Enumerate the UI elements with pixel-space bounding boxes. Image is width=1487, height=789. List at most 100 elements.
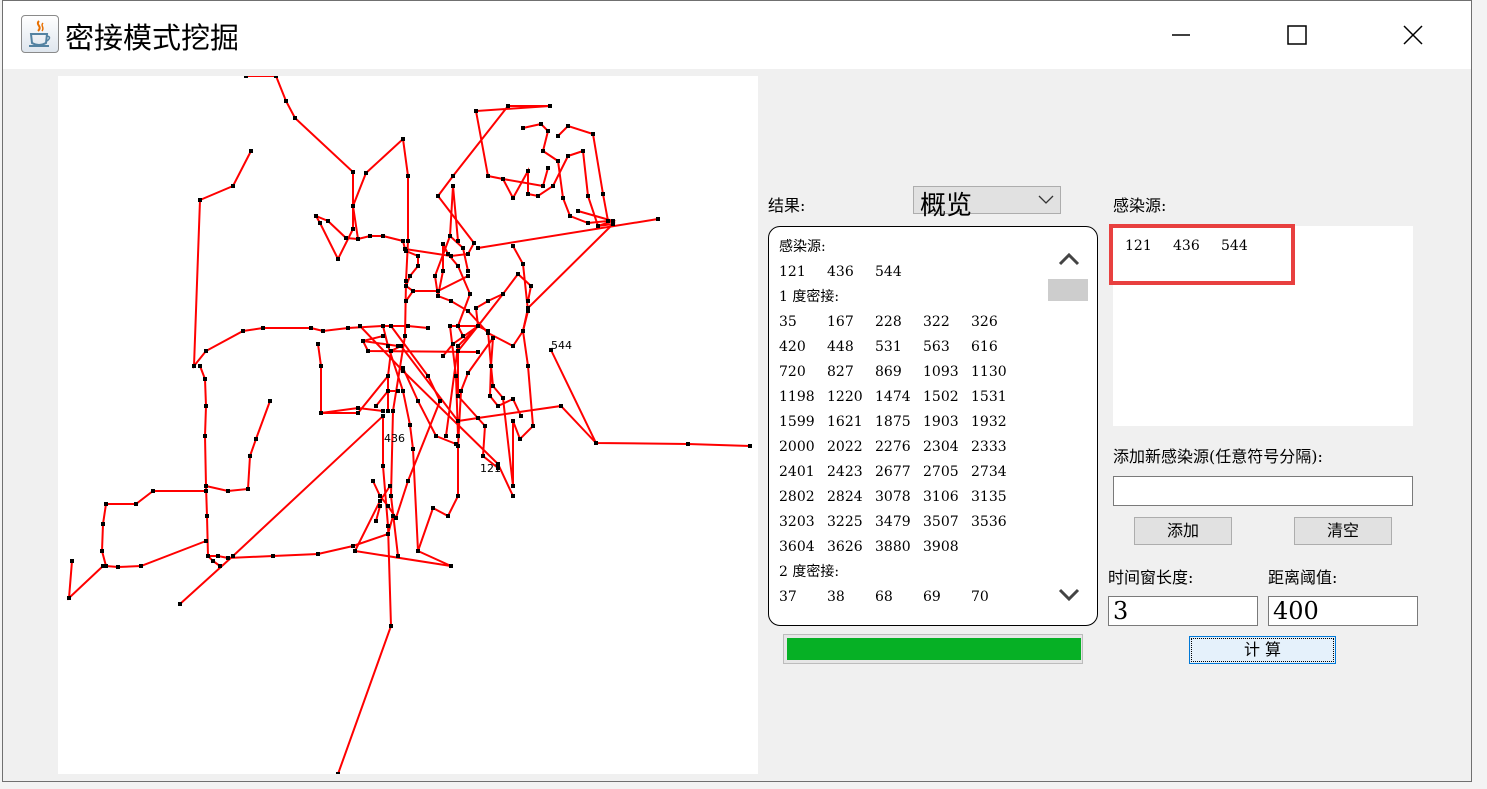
trajectory-node bbox=[218, 564, 222, 568]
trajectory-canvas[interactable]: 544 436 121 bbox=[58, 76, 758, 774]
trajectory-node bbox=[374, 404, 378, 408]
trajectory-node bbox=[231, 184, 235, 188]
clear-button[interactable]: 清空 bbox=[1294, 517, 1392, 545]
trajectory-node bbox=[426, 374, 430, 378]
trajectory-node bbox=[466, 309, 470, 313]
trajectory-node bbox=[351, 227, 355, 231]
trajectory-node bbox=[389, 494, 393, 498]
trajectory-node bbox=[511, 397, 515, 401]
trajectory-node bbox=[134, 502, 138, 506]
result-cell: 1903 bbox=[923, 414, 959, 430]
result-cell: 70 bbox=[971, 589, 989, 605]
result-row: 2401 2423 2677 2705 2734 bbox=[779, 460, 1045, 485]
trajectory-node bbox=[353, 549, 357, 553]
trajectory-node bbox=[386, 389, 390, 393]
add-source-input[interactable] bbox=[1113, 476, 1413, 506]
result-scrollbar[interactable] bbox=[1046, 227, 1091, 625]
node-label-436: 436 bbox=[384, 432, 405, 445]
trajectory-node bbox=[436, 294, 440, 298]
highlight-box bbox=[1109, 224, 1295, 285]
view-select[interactable]: 概览 bbox=[913, 186, 1061, 221]
result-row: 1599 1621 1875 1903 1932 bbox=[779, 410, 1045, 435]
trajectory-node bbox=[381, 409, 385, 413]
trajectory-node bbox=[271, 554, 275, 558]
trajectory-node bbox=[396, 344, 400, 348]
result-cell: 720 bbox=[779, 364, 806, 380]
calculate-button-label: 计 算 bbox=[1191, 638, 1334, 662]
trajectory-node bbox=[204, 489, 208, 493]
trajectory-node bbox=[561, 196, 565, 200]
minimize-button[interactable] bbox=[1123, 1, 1239, 69]
result-cell: 2022 bbox=[827, 439, 863, 455]
trajectory-node bbox=[361, 339, 365, 343]
trajectory-node bbox=[511, 494, 515, 498]
time-window-input[interactable] bbox=[1108, 596, 1258, 626]
trajectory-node bbox=[491, 336, 495, 340]
trajectory-node bbox=[511, 419, 515, 423]
trajectory-node bbox=[566, 154, 570, 158]
trajectory-node bbox=[394, 516, 398, 520]
result-cell: 3078 bbox=[875, 489, 911, 505]
scroll-down-button[interactable] bbox=[1046, 575, 1091, 615]
trajectory-node bbox=[531, 424, 535, 428]
result-cell: 2802 bbox=[779, 489, 815, 505]
distance-input[interactable] bbox=[1268, 596, 1418, 626]
result-row: 37 38 68 69 70 bbox=[779, 585, 1045, 610]
trajectory-node bbox=[404, 279, 408, 283]
result-row: 3203 3225 3479 3507 3536 bbox=[779, 510, 1045, 535]
trajectory-node bbox=[519, 414, 523, 418]
trajectory-node bbox=[481, 454, 485, 458]
trajectory-node bbox=[139, 564, 143, 568]
node-label-121: 121 bbox=[480, 462, 501, 475]
trajectory-node bbox=[381, 234, 385, 238]
trajectory-node bbox=[401, 389, 405, 393]
result-section-title: 感染源: bbox=[779, 239, 826, 255]
trajectory-node bbox=[586, 221, 590, 225]
add-button[interactable]: 添加 bbox=[1134, 517, 1232, 545]
trajectory-node bbox=[518, 437, 522, 441]
trajectory-node bbox=[344, 236, 348, 240]
trajectory-node bbox=[451, 342, 455, 346]
trajectory-node bbox=[406, 324, 410, 328]
trajectory-node bbox=[556, 134, 560, 138]
scroll-up-button[interactable] bbox=[1046, 239, 1091, 279]
calculate-button[interactable]: 计 算 bbox=[1189, 636, 1336, 664]
trajectory-node bbox=[456, 264, 460, 268]
result-cell: 1932 bbox=[971, 414, 1007, 430]
trajectory-node bbox=[203, 434, 207, 438]
trajectory-node bbox=[378, 504, 382, 508]
trajectory-node bbox=[396, 389, 400, 393]
trajectory-node bbox=[526, 364, 530, 368]
result-row: 35 167 228 322 326 bbox=[779, 310, 1045, 335]
trajectory-node bbox=[491, 384, 495, 388]
trajectory-node bbox=[416, 549, 420, 553]
sources-label: 感染源: bbox=[1113, 196, 1167, 215]
result-panel[interactable]: 感染源: 121 436 544 1 度密接: 35 167 228 322 326 420 448 5… bbox=[768, 226, 1098, 626]
trajectory-node bbox=[444, 434, 448, 438]
trajectory-node bbox=[216, 554, 220, 558]
trajectory-node bbox=[389, 349, 393, 353]
trajectory-node bbox=[100, 549, 104, 553]
trajectory-node bbox=[548, 104, 552, 108]
trajectory-node bbox=[268, 399, 272, 403]
result-cell: 1220 bbox=[827, 389, 863, 405]
trajectory-node bbox=[449, 564, 453, 568]
trajectory-node bbox=[261, 326, 265, 330]
maximize-button[interactable] bbox=[1239, 1, 1355, 69]
progress-fill bbox=[787, 638, 1081, 660]
trajectory-node bbox=[358, 324, 362, 328]
view-select-value: 概览 bbox=[920, 191, 973, 221]
trajectory-node bbox=[474, 306, 478, 310]
result-cell: 69 bbox=[923, 589, 941, 605]
result-cell: 2677 bbox=[875, 464, 911, 480]
trajectory-line bbox=[246, 76, 383, 262]
result-cell: 2276 bbox=[875, 439, 911, 455]
result-cell: 2423 bbox=[827, 464, 863, 480]
trajectory-node bbox=[211, 559, 215, 563]
scroll-thumb[interactable] bbox=[1048, 279, 1088, 301]
trajectory-line bbox=[205, 400, 271, 493]
close-button[interactable] bbox=[1355, 1, 1471, 69]
trajectory-node bbox=[151, 489, 155, 493]
result-cell: 2401 bbox=[779, 464, 815, 480]
result-cell: 2705 bbox=[923, 464, 959, 480]
